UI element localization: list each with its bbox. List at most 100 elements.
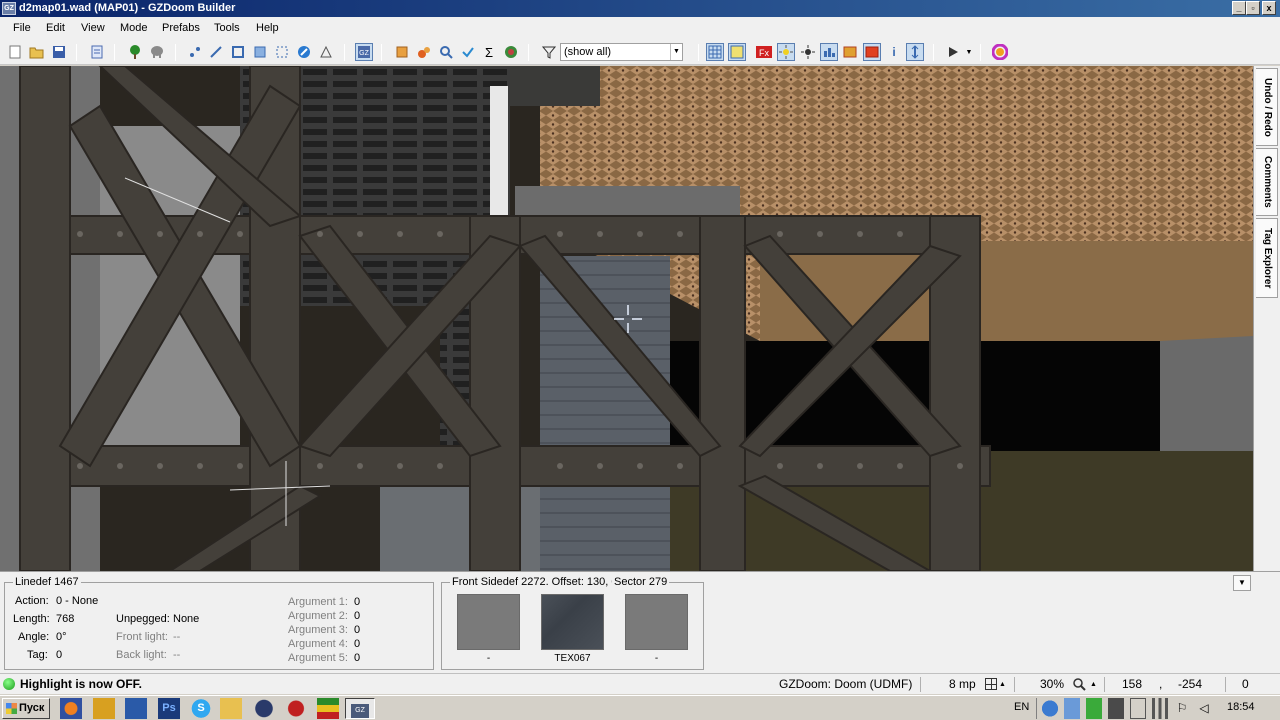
frontlight-value: -- (173, 631, 181, 643)
menu-help[interactable]: Help (256, 22, 279, 34)
skype-icon[interactable]: S (190, 698, 212, 719)
copy-selection-icon[interactable] (393, 43, 411, 61)
close-button[interactable]: x (1262, 1, 1276, 15)
save-map-icon[interactable] (50, 43, 68, 61)
filter-icon[interactable] (540, 43, 558, 61)
tab-tag-explorer[interactable]: Tag Explorer (1256, 218, 1278, 298)
thing-insert-icon[interactable] (415, 43, 433, 61)
zoom-dropdown-icon[interactable]: ▲ (1090, 674, 1097, 695)
vertices-mode-icon[interactable] (186, 43, 204, 61)
models-selected-icon[interactable] (841, 43, 859, 61)
menu-file[interactable]: File (13, 22, 31, 34)
photoshop-icon[interactable]: Ps (158, 698, 180, 719)
app-icon-8[interactable] (285, 698, 307, 719)
menu-tools[interactable]: Tools (214, 22, 240, 34)
grid-icon[interactable] (985, 678, 997, 690)
fx-icon[interactable]: Fx (755, 43, 773, 61)
collapse-panel-button[interactable]: ▼ (1233, 575, 1251, 591)
winrar-icon[interactable] (317, 698, 339, 719)
menu-mode[interactable]: Mode (120, 22, 148, 34)
battery-icon[interactable] (1130, 698, 1146, 719)
grid-size[interactable]: 8 mp (949, 674, 976, 695)
open-map-icon[interactable] (28, 43, 46, 61)
play-dropdown-icon[interactable]: ▼ (960, 43, 978, 61)
window-title: d2map01.wad (MAP01) - GZDoom Builder (19, 2, 236, 14)
middle-texture-preview[interactable] (541, 594, 604, 650)
status-bar: Highlight is now OFF. GZDoom: Doom (UDMF… (0, 673, 1280, 694)
argument-2-label: Argument 2: (288, 610, 348, 622)
new-map-icon[interactable] (6, 43, 24, 61)
snap-icon[interactable] (728, 43, 746, 61)
models-icon[interactable] (820, 43, 838, 61)
grid-icon[interactable] (706, 43, 724, 61)
clock[interactable]: 18:54 (1227, 701, 1255, 713)
coordinate-y: -254 (1178, 677, 1203, 691)
app-icon-2[interactable] (93, 698, 115, 719)
info-panel: Linedef 1467 Action: 0 - None Length: 76… (0, 571, 1280, 673)
angle-label: Angle: (18, 631, 50, 643)
zoom-level[interactable]: 30% (1040, 674, 1064, 695)
zoom-icon[interactable] (1073, 678, 1086, 691)
linedefs-mode-icon[interactable] (207, 43, 225, 61)
sectors-mode-icon[interactable] (229, 43, 247, 61)
lower-texture-name: - (654, 653, 659, 664)
gzdoom-task-button[interactable]: GZ (345, 698, 375, 719)
minimize-button[interactable]: _ (1232, 1, 1246, 15)
app-icon: GZ (2, 2, 16, 15)
app-icon-3[interactable] (125, 698, 147, 719)
start-button[interactable]: Пуск (2, 698, 50, 719)
volume-icon[interactable]: ◁ (1196, 698, 1212, 719)
app-icon-7[interactable] (253, 698, 275, 719)
map-analysis-icon[interactable] (459, 43, 477, 61)
start-label: Пуск (19, 702, 45, 714)
upper-texture-preview[interactable] (457, 594, 520, 650)
script-editor-icon[interactable] (88, 43, 106, 61)
visual-mode-viewport[interactable] (0, 66, 1253, 571)
flag-icon[interactable]: ⚐ (1174, 698, 1190, 719)
menu-edit[interactable]: Edit (46, 22, 65, 34)
side-panel-tabs: Undo / Redo Comments Tag Explorer (1253, 66, 1280, 571)
lights-icon[interactable] (777, 43, 795, 61)
gravity-icon[interactable] (906, 43, 924, 61)
tray-icon-1[interactable] (1042, 698, 1058, 719)
thing-filter-select[interactable]: (show all) ▼ (560, 43, 683, 61)
grid-dropdown-icon[interactable]: ▲ (999, 674, 1006, 695)
sector-title: Sector 279 (612, 576, 670, 588)
engine-label: GZDoom: Doom (UDMF) (779, 677, 913, 691)
dynamic-lights-icon[interactable] (799, 43, 817, 61)
tray-icon-4[interactable] (1108, 698, 1124, 719)
tray-icon-2[interactable] (1064, 698, 1080, 719)
info-icon[interactable]: i (885, 43, 903, 61)
visual-mode-icon[interactable]: GZ (355, 43, 373, 61)
models-all-icon[interactable] (863, 43, 881, 61)
draw-mode-icon[interactable] (273, 43, 291, 61)
menu-prefabs[interactable]: Prefabs (162, 22, 200, 34)
taskbar: Пуск Ps S GZ EN ⚐ ◁ 18:54 (0, 695, 1280, 720)
folder-icon[interactable] (220, 698, 242, 719)
tab-undo-redo[interactable]: Undo / Redo (1256, 68, 1278, 146)
argument-3-value: 0 (354, 624, 361, 636)
tab-comments[interactable]: Comments (1256, 148, 1278, 216)
sigma-icon[interactable]: Σ (480, 43, 498, 61)
find-replace-icon[interactable] (437, 43, 455, 61)
palette-icon[interactable] (991, 43, 1009, 61)
warnings-count[interactable]: 0 (1242, 674, 1249, 695)
menu-view[interactable]: View (81, 22, 105, 34)
things-filter-icon[interactable] (126, 43, 144, 61)
tray-icon-3[interactable] (1086, 698, 1102, 719)
make-sectors-icon[interactable] (295, 43, 313, 61)
things-mode-icon[interactable] (251, 43, 269, 61)
action-label: Action: (15, 595, 49, 607)
action-value: 0 - None (56, 595, 99, 607)
sidedef-info-group: Front Sidedef 2272. Offset: 130, 0 Secto… (441, 576, 704, 670)
edit-selection-icon[interactable] (317, 43, 335, 61)
title-bar: GZ d2map01.wad (MAP01) - GZDoom Builder … (0, 0, 1280, 17)
network-icon[interactable] (1152, 698, 1168, 719)
monster-icon[interactable] (148, 43, 166, 61)
maximize-button[interactable]: ▫ (1246, 1, 1260, 15)
language-indicator[interactable]: EN (1014, 701, 1029, 713)
lower-texture-preview[interactable] (625, 594, 688, 650)
firefox-icon[interactable] (60, 698, 82, 719)
global-icon[interactable] (502, 43, 520, 61)
length-label: Length: (13, 613, 50, 625)
